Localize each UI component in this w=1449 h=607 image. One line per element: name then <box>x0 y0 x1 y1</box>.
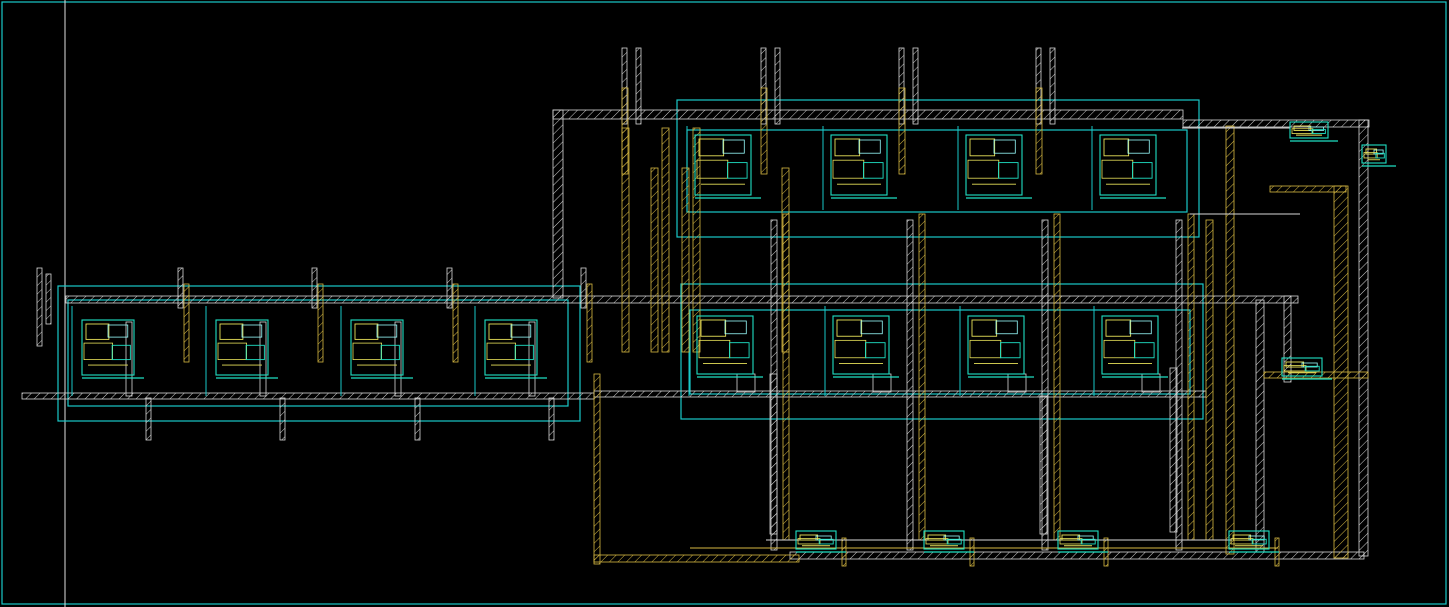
top-cell-gray-pin-b-1 <box>635 47 642 125</box>
top-cell-yellow-long-2 <box>918 213 926 541</box>
upper-yellow-horizontal <box>1269 185 1347 193</box>
left-cell-yellow-pin-4 <box>586 283 593 363</box>
right-edge-rail <box>1358 119 1369 557</box>
mid-gray-connector-b <box>1169 367 1178 533</box>
bottom-row-cell-1 <box>696 315 763 378</box>
left-cell-drop-1 <box>145 397 152 441</box>
right-bottom-row-boundary <box>680 283 1204 420</box>
left-cell-bus-1 <box>125 321 133 397</box>
left-cell-drop-4 <box>548 397 555 441</box>
right-inner-rail <box>1255 299 1265 553</box>
left-cell-bus-3 <box>394 321 402 397</box>
top-cell-yellow-long-4 <box>1187 213 1195 541</box>
left-cell-yellow-pin-3 <box>452 283 459 363</box>
left-cell-pin-1 <box>177 267 184 309</box>
top-cell-yellow-pin-4 <box>1035 87 1043 175</box>
top-cell-yellow-pin-2 <box>760 87 768 175</box>
upper-yellow-connector-1 <box>621 127 630 353</box>
bottom-pad-cell-3 <box>1057 530 1108 553</box>
top-cell-gray-pin-b-3 <box>912 47 919 125</box>
right-top-row-boundary <box>676 99 1200 238</box>
bottom-pad-cell-1 <box>795 530 846 553</box>
top-horizontal-rail <box>552 109 1184 120</box>
top-row-cell-3 <box>965 134 1032 199</box>
left-cell-bus-4 <box>528 321 536 397</box>
left-row-cell-2 <box>215 319 278 379</box>
bottom-pad-cell-4 <box>1228 530 1279 553</box>
bottom-row-cell-4 <box>1101 315 1168 378</box>
upper-yellow-connector-3 <box>661 127 670 353</box>
top-row-cell-1 <box>694 134 761 199</box>
left-cell-yellow-pin-2 <box>317 283 324 363</box>
top-cell-gray-pin-b-2 <box>774 47 781 125</box>
bottom-row-cell-2 <box>832 315 899 378</box>
left-cell-drop-2 <box>279 397 286 441</box>
top-cell-gray-long-2 <box>906 219 914 551</box>
far-left-pin-b <box>45 273 52 325</box>
top-right-rail <box>1182 119 1370 128</box>
top-row-cell-2 <box>830 134 897 199</box>
right-vertical-rail <box>1283 295 1292 383</box>
far-left-pin-a <box>36 267 43 347</box>
left-bottom-rail <box>21 392 595 400</box>
left-yellow-drop <box>593 373 601 565</box>
mid-gray-connector-c <box>1039 395 1048 535</box>
bottom-pad-cell-2 <box>923 530 974 553</box>
right-bottom-row-inner-boundary <box>689 309 1191 395</box>
bottom-row-cell-3 <box>967 315 1034 378</box>
upper-left-rail <box>552 109 564 299</box>
metal2-rails <box>593 125 1369 565</box>
bottom-yellow-rail <box>593 554 800 563</box>
left-cell-pin-4 <box>580 267 587 309</box>
generated-wires <box>36 47 1300 567</box>
right-yellow-vertical <box>1225 125 1235 555</box>
left-row-cell-4 <box>484 319 547 379</box>
top-row-cell-4 <box>1099 134 1166 199</box>
left-cell-yellow-pin-1 <box>183 283 190 363</box>
left-cell-bus-2 <box>259 321 267 397</box>
mid-yellow-vertical <box>1205 219 1214 541</box>
left-cell-pin-3 <box>446 267 453 309</box>
layout-canvas[interactable] <box>0 0 1449 607</box>
left-row-cell-3 <box>350 319 413 379</box>
left-row-cell-1 <box>81 319 144 379</box>
upper-yellow-connector-4 <box>681 167 690 353</box>
right-bottom-rail <box>593 390 1207 398</box>
left-cell-drop-3 <box>414 397 421 441</box>
upper-yellow-connector-2 <box>650 167 659 353</box>
top-cell-gray-pin-b-4 <box>1049 47 1056 125</box>
top-cell-yellow-long-3 <box>1053 213 1061 541</box>
top-cell-yellow-pin-3 <box>898 87 906 175</box>
upper-yellow-connector-6 <box>781 167 790 353</box>
left-cell-pin-2 <box>311 267 318 309</box>
mid-gray-connector-a <box>769 373 778 535</box>
